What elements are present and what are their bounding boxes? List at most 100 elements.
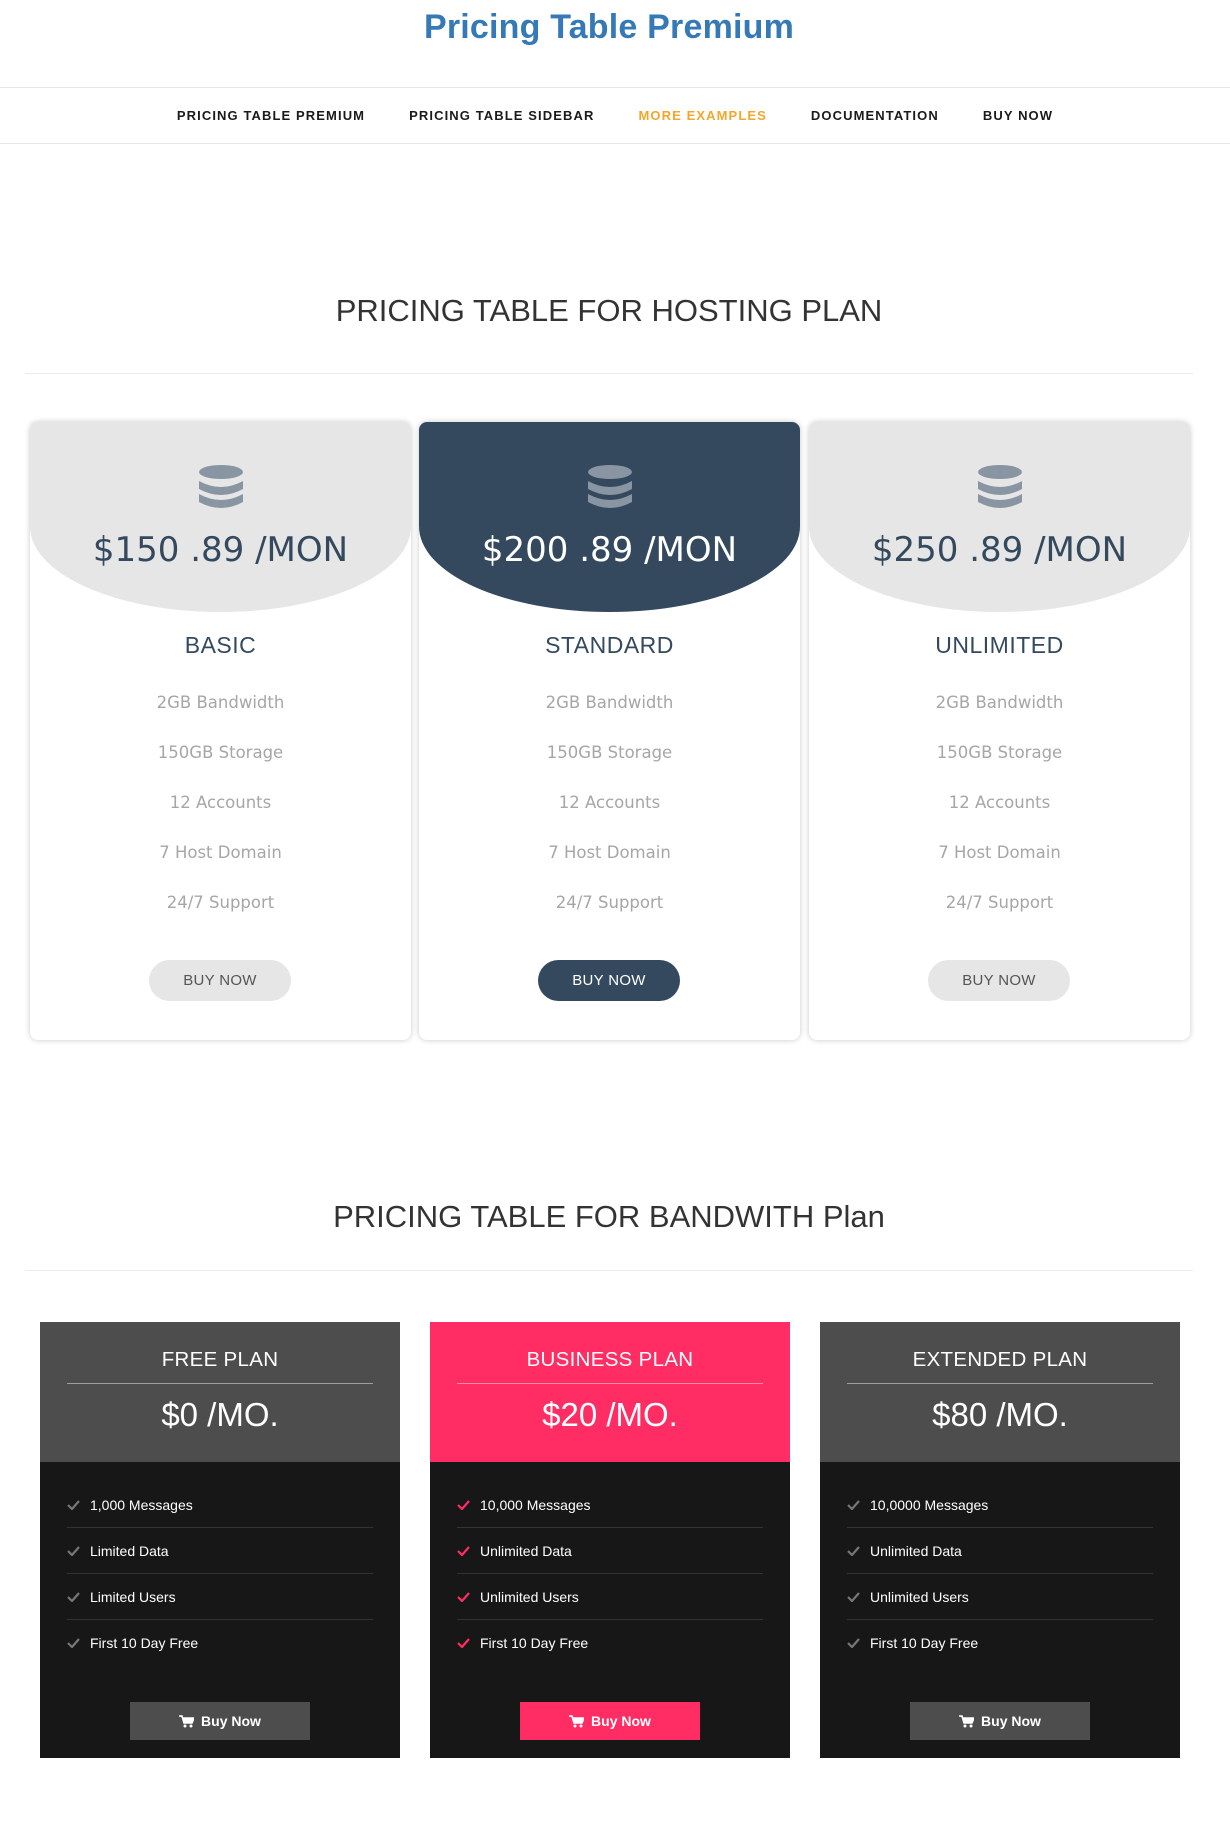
buy-now-button[interactable]: BUY NOW	[149, 960, 291, 1001]
check-icon	[67, 1638, 80, 1648]
feature-label: Unlimited Data	[480, 1542, 572, 1559]
buy-now-button[interactable]: Buy Now	[910, 1702, 1090, 1740]
feature-item: 2GB Bandwidth	[545, 693, 674, 712]
hosting-section-title: PRICING TABLE FOR HOSTING PLAN	[335, 293, 883, 328]
feature-item: Limited Data	[67, 1528, 373, 1574]
plan-price: $200 .89 /MON	[481, 530, 738, 570]
plan-header: EXTENDED PLAN $80 /MO.	[820, 1322, 1180, 1462]
check-icon	[457, 1638, 470, 1648]
feature-item: 24/7 Support	[945, 893, 1054, 912]
feature-item: 10,000 Messages	[457, 1482, 763, 1528]
feature-label: 10,000 Messages	[480, 1496, 591, 1513]
plan-name: STANDARD	[545, 632, 674, 658]
feature-list: 1,000 Messages Limited Data Limited User…	[67, 1482, 373, 1666]
plan-header: BUSINESS PLAN $20 /MO.	[430, 1322, 790, 1462]
bandwidth-section-title: PRICING TABLE FOR BANDWITH Plan	[333, 1199, 885, 1234]
check-icon	[457, 1545, 470, 1556]
feature-list: 2GB Bandwidth 150GB Storage 12 Accounts …	[30, 684, 411, 934]
feature-item: 2GB Bandwidth	[935, 693, 1064, 712]
nav-item-documentation[interactable]: DOCUMENTATION	[811, 108, 939, 123]
feature-item: 7 Host Domain	[548, 843, 671, 862]
feature-item: 12 Accounts	[169, 793, 272, 812]
feature-list: 10,0000 Messages Unlimited Data Unlimite…	[847, 1482, 1153, 1666]
plan-price: $0 /MO.	[161, 1396, 279, 1433]
cart-icon	[569, 1714, 585, 1727]
check-icon	[457, 1591, 470, 1602]
section-divider	[25, 1270, 1193, 1271]
feature-item: 2GB Bandwidth	[156, 693, 285, 712]
header-divider	[847, 1383, 1153, 1384]
plan-name: BUSINESS PLAN	[526, 1348, 694, 1371]
feature-list: 10,000 Messages Unlimited Data Unlimited…	[457, 1482, 763, 1666]
check-icon	[67, 1499, 80, 1510]
feature-list: 2GB Bandwidth 150GB Storage 12 Accounts …	[809, 684, 1190, 934]
cart-icon	[959, 1714, 975, 1727]
buy-now-button[interactable]: Buy Now	[130, 1702, 310, 1740]
section-divider	[25, 373, 1193, 374]
feature-item: Unlimited Users	[457, 1574, 763, 1620]
feature-item: First 10 Day Free	[847, 1620, 1153, 1666]
plan-header: FREE PLAN $0 /MO.	[40, 1322, 400, 1462]
feature-label: 10,0000 Messages	[870, 1496, 989, 1513]
feature-item: Unlimited Data	[847, 1528, 1153, 1574]
plan-price: $80 /MO.	[932, 1396, 1068, 1433]
database-icon	[978, 465, 1022, 508]
feature-label: Unlimited Users	[480, 1588, 579, 1605]
plan-price: $250 .89 /MON	[871, 530, 1128, 570]
header-divider	[457, 1383, 763, 1384]
feature-label: Limited Users	[90, 1588, 176, 1605]
database-icon	[588, 465, 632, 508]
feature-item: 24/7 Support	[555, 893, 664, 912]
plan-price: $150 .89 /MON	[92, 530, 349, 570]
feature-item: 10,0000 Messages	[847, 1482, 1153, 1528]
nav-item-buy-now[interactable]: BUY NOW	[983, 108, 1053, 123]
check-icon	[457, 1499, 470, 1510]
bandwidth-plan-card-extended: EXTENDED PLAN $80 /MO. 10,0000 Messages …	[820, 1322, 1180, 1758]
feature-label: First 10 Day Free	[480, 1635, 589, 1651]
bandwidth-plan-card-business: BUSINESS PLAN $20 /MO. 10,000 Messages U…	[430, 1322, 790, 1758]
feature-item: 12 Accounts	[948, 793, 1051, 812]
feature-item: First 10 Day Free	[457, 1620, 763, 1666]
plan-name: EXTENDED PLAN	[912, 1348, 1088, 1371]
plan-name: BASIC	[184, 632, 257, 658]
feature-item: 150GB Storage	[546, 743, 673, 762]
plan-name: FREE PLAN	[161, 1348, 279, 1371]
hosting-plan-card-unlimited: $250 .89 /MON UNLIMITED 2GB Bandwidth 15…	[809, 422, 1190, 1040]
database-icon	[199, 465, 243, 508]
feature-item: 150GB Storage	[936, 743, 1063, 762]
nav-item-more-examples[interactable]: MORE EXAMPLES	[638, 108, 766, 123]
check-icon	[67, 1591, 80, 1602]
nav-item-pricing-table-sidebar[interactable]: PRICING TABLE SIDEBAR	[409, 108, 594, 123]
feature-label: Limited Data	[90, 1542, 169, 1559]
buy-now-label: Buy Now	[981, 1713, 1041, 1729]
check-icon	[847, 1591, 860, 1602]
feature-label: First 10 Day Free	[870, 1635, 979, 1651]
price-header	[30, 422, 411, 612]
feature-label: Unlimited Users	[870, 1588, 969, 1605]
hosting-plan-card-basic: $150 .89 /MON BASIC 2GB Bandwidth 150GB …	[30, 422, 411, 1040]
feature-item: 1,000 Messages	[67, 1482, 373, 1528]
feature-label: First 10 Day Free	[90, 1635, 199, 1651]
check-icon	[847, 1499, 860, 1510]
plan-price: $20 /MO.	[542, 1396, 678, 1433]
check-icon	[847, 1545, 860, 1556]
feature-item: 7 Host Domain	[938, 843, 1061, 862]
plan-name: UNLIMITED	[935, 632, 1064, 658]
feature-item: Unlimited Users	[847, 1574, 1153, 1620]
feature-label: Unlimited Data	[870, 1542, 962, 1559]
feature-item: 7 Host Domain	[159, 843, 282, 862]
feature-list: 2GB Bandwidth 150GB Storage 12 Accounts …	[419, 684, 800, 934]
feature-item: First 10 Day Free	[67, 1620, 373, 1666]
feature-label: 1,000 Messages	[90, 1496, 193, 1513]
feature-item: Unlimited Data	[457, 1528, 763, 1574]
buy-now-button[interactable]: BUY NOW	[928, 960, 1070, 1001]
main-nav: PRICING TABLE PREMIUM PRICING TABLE SIDE…	[0, 87, 1230, 144]
feature-item: 24/7 Support	[166, 893, 275, 912]
check-icon	[847, 1638, 860, 1648]
buy-now-button[interactable]: BUY NOW	[538, 960, 680, 1001]
price-header	[809, 422, 1190, 612]
header-divider	[67, 1383, 373, 1384]
nav-item-pricing-table-premium[interactable]: PRICING TABLE PREMIUM	[177, 108, 365, 123]
buy-now-button[interactable]: Buy Now	[520, 1702, 700, 1740]
site-title: Pricing Table Premium	[423, 8, 795, 46]
